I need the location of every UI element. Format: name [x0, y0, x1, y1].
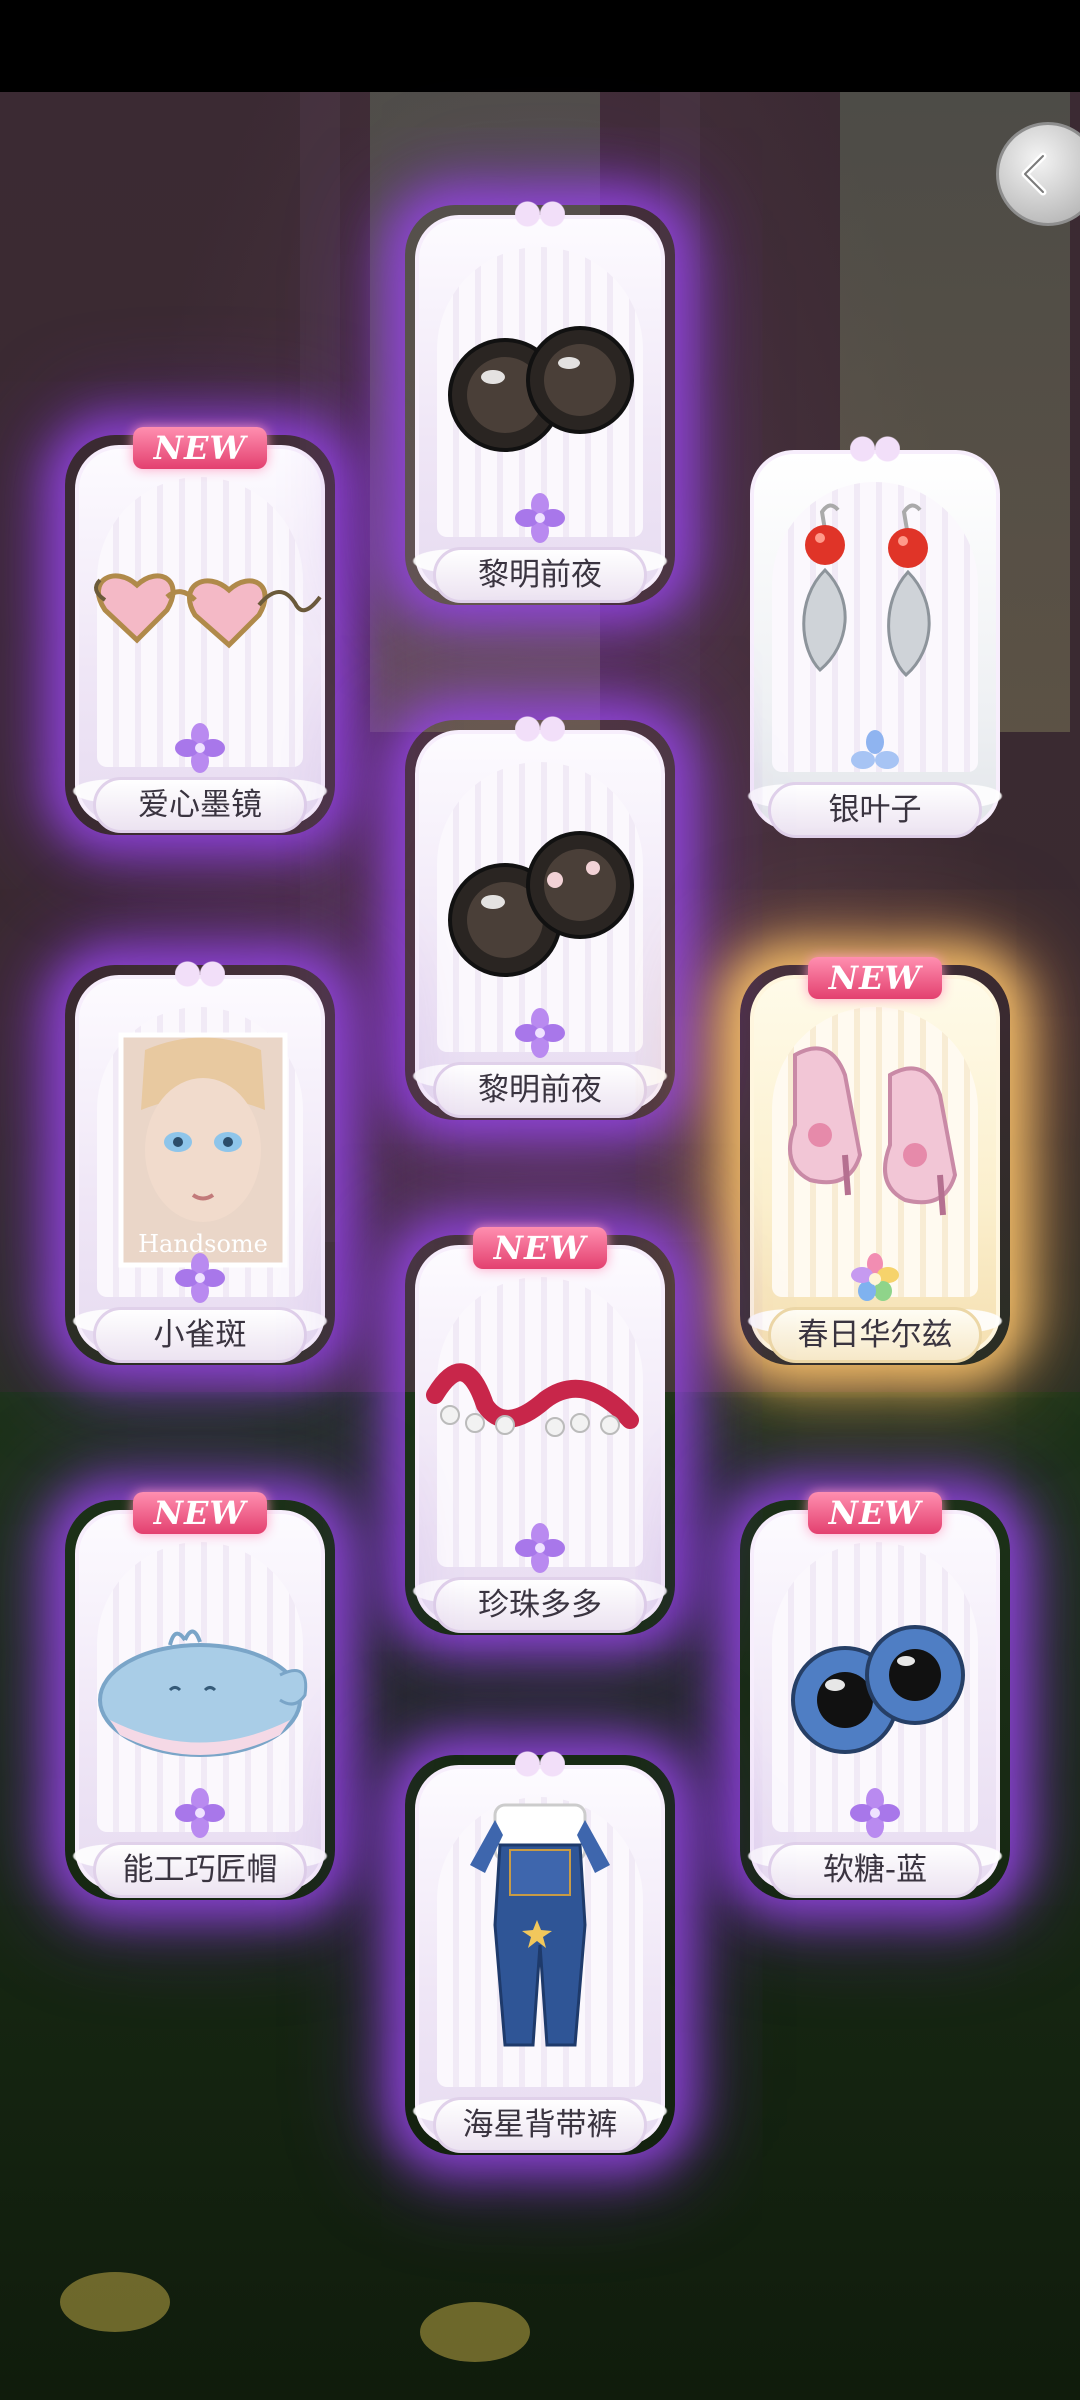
blue-eyes-icon [791, 1625, 965, 1754]
flower-decoration [420, 2302, 530, 2362]
item-name: 海星背带裤 [433, 2097, 647, 2153]
new-badge: NEW [133, 1492, 267, 1534]
freckles-portrait-icon: Handsome [118, 1032, 288, 1268]
new-badge: NEW [133, 427, 267, 469]
reward-card[interactable]: NEW 春日华尔兹 [730, 955, 1020, 1375]
item-name: 春日华尔兹 [768, 1307, 982, 1363]
ribbon-bow-icon [175, 961, 225, 987]
ribbon-bow-icon [515, 1751, 565, 1777]
item-name: 黎明前夜 [433, 547, 647, 603]
new-badge: NEW [808, 1492, 942, 1534]
item-name: 软糖-蓝 [768, 1842, 982, 1898]
reward-card[interactable]: NEW 软糖-蓝 [730, 1490, 1020, 1910]
item-name: 黎明前夜 [433, 1062, 647, 1118]
dark-eyes-icon [448, 326, 634, 452]
ribbon-bow-icon [515, 201, 565, 227]
flower-decoration [60, 2272, 170, 2332]
reward-card[interactable]: 银叶子 [730, 430, 1020, 850]
silver-leaf-earrings-icon [802, 503, 931, 678]
item-name: 小雀斑 [93, 1307, 307, 1363]
reward-card[interactable]: NEW 能工巧匠帽 [55, 1490, 345, 1910]
status-bar [0, 0, 1080, 92]
pink-heels-icon [788, 1046, 958, 1216]
item-name: 珍珠多多 [433, 1577, 647, 1633]
item-name: 能工巧匠帽 [93, 1842, 307, 1898]
dark-eyes-flower-icon [448, 831, 634, 977]
ribbon-bow-icon [850, 436, 900, 462]
reward-card[interactable]: 黎明前夜 [395, 195, 685, 615]
chevron-left-icon [1021, 152, 1047, 196]
reward-card[interactable]: NEW 爱心墨镜 [55, 425, 345, 845]
reward-card[interactable]: NEW 珍珠多多 [395, 1225, 685, 1645]
reward-card[interactable]: 黎明前夜 [395, 710, 685, 1130]
reward-card[interactable]: 海星背带裤 [395, 1745, 685, 2165]
heart-sunglasses-icon [94, 573, 322, 649]
pearl-ribbon-icon [426, 1363, 639, 1437]
denim-overalls-icon [470, 1803, 610, 2047]
new-badge: NEW [808, 957, 942, 999]
new-badge: NEW [473, 1227, 607, 1269]
whale-beret-icon [98, 1629, 308, 1757]
ribbon-bow-icon [515, 716, 565, 742]
item-name: 银叶子 [768, 782, 982, 838]
item-name: 爱心墨镜 [93, 777, 307, 833]
reward-card[interactable]: Handsome 小雀斑 [55, 955, 345, 1375]
